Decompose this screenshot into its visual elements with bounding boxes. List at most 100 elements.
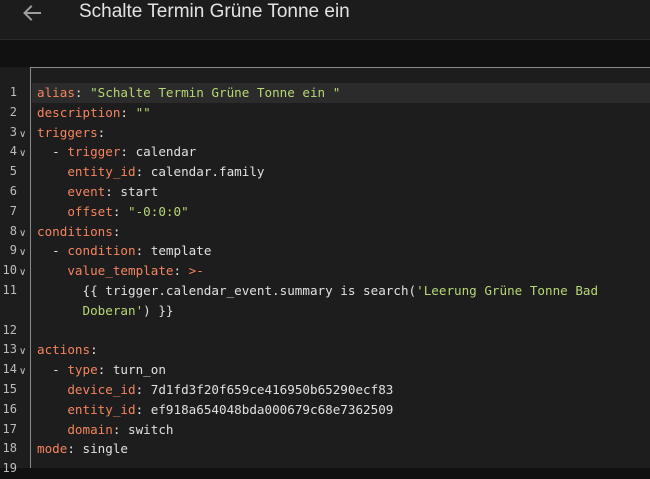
code-line[interactable]: offset: "-0:0:0" xyxy=(37,202,189,222)
yaml-text: : xyxy=(74,85,91,100)
line-number: 11 xyxy=(2,283,17,297)
yaml-key: event xyxy=(67,184,106,199)
yaml-key: condition xyxy=(67,243,136,259)
code-line[interactable]: value_template: >- xyxy=(37,261,204,281)
yaml-text: {{ trigger.calendar_event.summary is sea… xyxy=(37,283,417,298)
yaml-key: trigger xyxy=(67,144,121,160)
yaml-string: "Schalte Termin Grüne Tonne ein " xyxy=(90,85,341,100)
yaml-key: type xyxy=(67,362,98,378)
code-line[interactable]: conditions: xyxy=(37,222,120,242)
fold-chevron-icon[interactable]: ∨ xyxy=(19,243,29,263)
yaml-text: : xyxy=(97,124,106,140)
line-number-gutter: 1 2 3 ∨ 4 ∨ 5 6 7 8 ∨ 9 ∨ 10 ∨ 11 12 13 ∨ 14 ∨ 15 16 17 18 19 xyxy=(0,67,31,475)
fold-chevron-icon[interactable]: ∨ xyxy=(19,224,29,244)
yaml-string: "-0:0:0" xyxy=(128,203,189,219)
yaml-key: >- xyxy=(188,263,204,279)
line-number: 18 xyxy=(2,441,17,456)
yaml-key: entity_id xyxy=(67,401,136,417)
yaml-text xyxy=(37,263,67,278)
code-line[interactable]: {{ trigger.calendar_event.summary is sea… xyxy=(37,281,598,301)
yaml-key: domain xyxy=(67,421,113,437)
line-number: 13 xyxy=(2,342,17,357)
code-line[interactable]: event: start xyxy=(37,182,158,202)
yaml-text: : xyxy=(112,223,121,239)
yaml-text: - xyxy=(37,243,68,259)
code-line[interactable]: triggers: xyxy=(37,123,105,143)
code-line[interactable]: description: "" xyxy=(37,103,151,123)
yaml-text xyxy=(37,382,67,397)
yaml-key: alias xyxy=(37,85,75,100)
yaml-text xyxy=(37,164,67,179)
yaml-key: mode xyxy=(37,441,68,457)
yaml-string: Doberan' xyxy=(82,302,144,318)
code-line[interactable]: entity_id: calendar.family xyxy=(37,162,265,182)
code-line[interactable]: entity_id: ef918a654048bda000679c68e7362… xyxy=(37,400,393,420)
yaml-text: - xyxy=(37,362,68,378)
line-number: 7 xyxy=(9,203,17,218)
yaml-text xyxy=(37,204,67,219)
yaml-key: device_id xyxy=(67,382,136,397)
code-line[interactable]: mode: single xyxy=(37,439,128,459)
yaml-text: : xyxy=(112,203,129,219)
line-number: 5 xyxy=(9,164,17,179)
fold-chevron-icon[interactable]: ∨ xyxy=(19,263,29,283)
line-number: 12 xyxy=(2,322,17,337)
code-line[interactable]: Doberan') }} xyxy=(37,301,174,321)
yaml-text: : xyxy=(90,342,98,358)
code-line[interactable]: alias: "Schalte Termin Grüne Tonne ein " xyxy=(37,83,340,103)
yaml-key: offset xyxy=(67,203,113,219)
yaml-key: triggers xyxy=(37,124,98,140)
line-number: 1 xyxy=(9,85,17,99)
yaml-code-editor[interactable]: 1 2 3 ∨ 4 ∨ 5 6 7 8 ∨ 9 ∨ 10 ∨ 11 12 13 ∨ 14 ∨ 15 16 17 18 19 ali… xyxy=(0,67,650,475)
yaml-text xyxy=(37,184,67,199)
code-line[interactable]: domain: switch xyxy=(37,420,174,440)
fold-chevron-icon[interactable]: ∨ xyxy=(19,362,29,382)
yaml-text: - xyxy=(37,144,68,160)
line-number: 19 xyxy=(2,461,17,476)
code-line[interactable]: - type: turn_on xyxy=(37,360,166,380)
line-number: 4 xyxy=(9,144,17,159)
yaml-key: actions xyxy=(37,342,91,358)
top-app-bar: Schalte Termin Grüne Tonne ein xyxy=(0,0,650,40)
line-number: 17 xyxy=(2,421,17,436)
code-line[interactable]: - trigger: calendar xyxy=(37,142,196,162)
fold-chevron-icon[interactable]: ∨ xyxy=(19,125,29,145)
line-number: 8 xyxy=(9,223,17,238)
yaml-text: : xyxy=(173,263,189,279)
line-number: 2 xyxy=(9,104,17,119)
yaml-text: : ef918a654048bda000679c68e7362509 xyxy=(135,401,394,417)
line-number: 16 xyxy=(2,401,17,416)
yaml-text: : 7d1fd3f20f659ce416950b65290ecf83 xyxy=(135,382,394,397)
code-line[interactable]: - condition: template xyxy=(37,241,211,261)
arrow-left-icon xyxy=(23,5,41,21)
yaml-text: : template xyxy=(135,243,212,259)
line-number: 3 xyxy=(9,124,17,139)
yaml-key: description xyxy=(37,104,121,120)
yaml-text: ) }} xyxy=(143,302,174,318)
code-line[interactable]: device_id: 7d1fd3f20f659ce416950b65290ec… xyxy=(37,380,393,400)
editor-border xyxy=(31,67,650,68)
yaml-key: value_template xyxy=(67,263,174,279)
line-number: 6 xyxy=(9,184,17,198)
yaml-string: "" xyxy=(135,104,151,120)
yaml-text: : switch xyxy=(112,421,174,437)
yaml-key: entity_id xyxy=(67,164,136,180)
line-number: 15 xyxy=(2,382,17,396)
yaml-text: : turn_on xyxy=(97,362,166,378)
back-button[interactable] xyxy=(16,0,48,26)
code-line[interactable]: actions: xyxy=(37,340,98,360)
yaml-text: : calendar xyxy=(120,144,197,160)
fold-chevron-icon[interactable]: ∨ xyxy=(19,342,29,362)
yaml-key: conditions xyxy=(37,223,113,239)
yaml-text: : xyxy=(120,104,136,120)
yaml-text: : single xyxy=(67,441,129,457)
fold-chevron-icon[interactable]: ∨ xyxy=(19,144,29,164)
yaml-text xyxy=(37,303,83,318)
yaml-text xyxy=(37,402,67,417)
line-number: 14 xyxy=(2,362,17,377)
yaml-text xyxy=(37,422,67,437)
line-number: 10 xyxy=(2,263,17,278)
line-number: 9 xyxy=(9,243,17,258)
yaml-text: : start xyxy=(105,184,159,199)
yaml-text: : calendar.family xyxy=(135,164,265,180)
